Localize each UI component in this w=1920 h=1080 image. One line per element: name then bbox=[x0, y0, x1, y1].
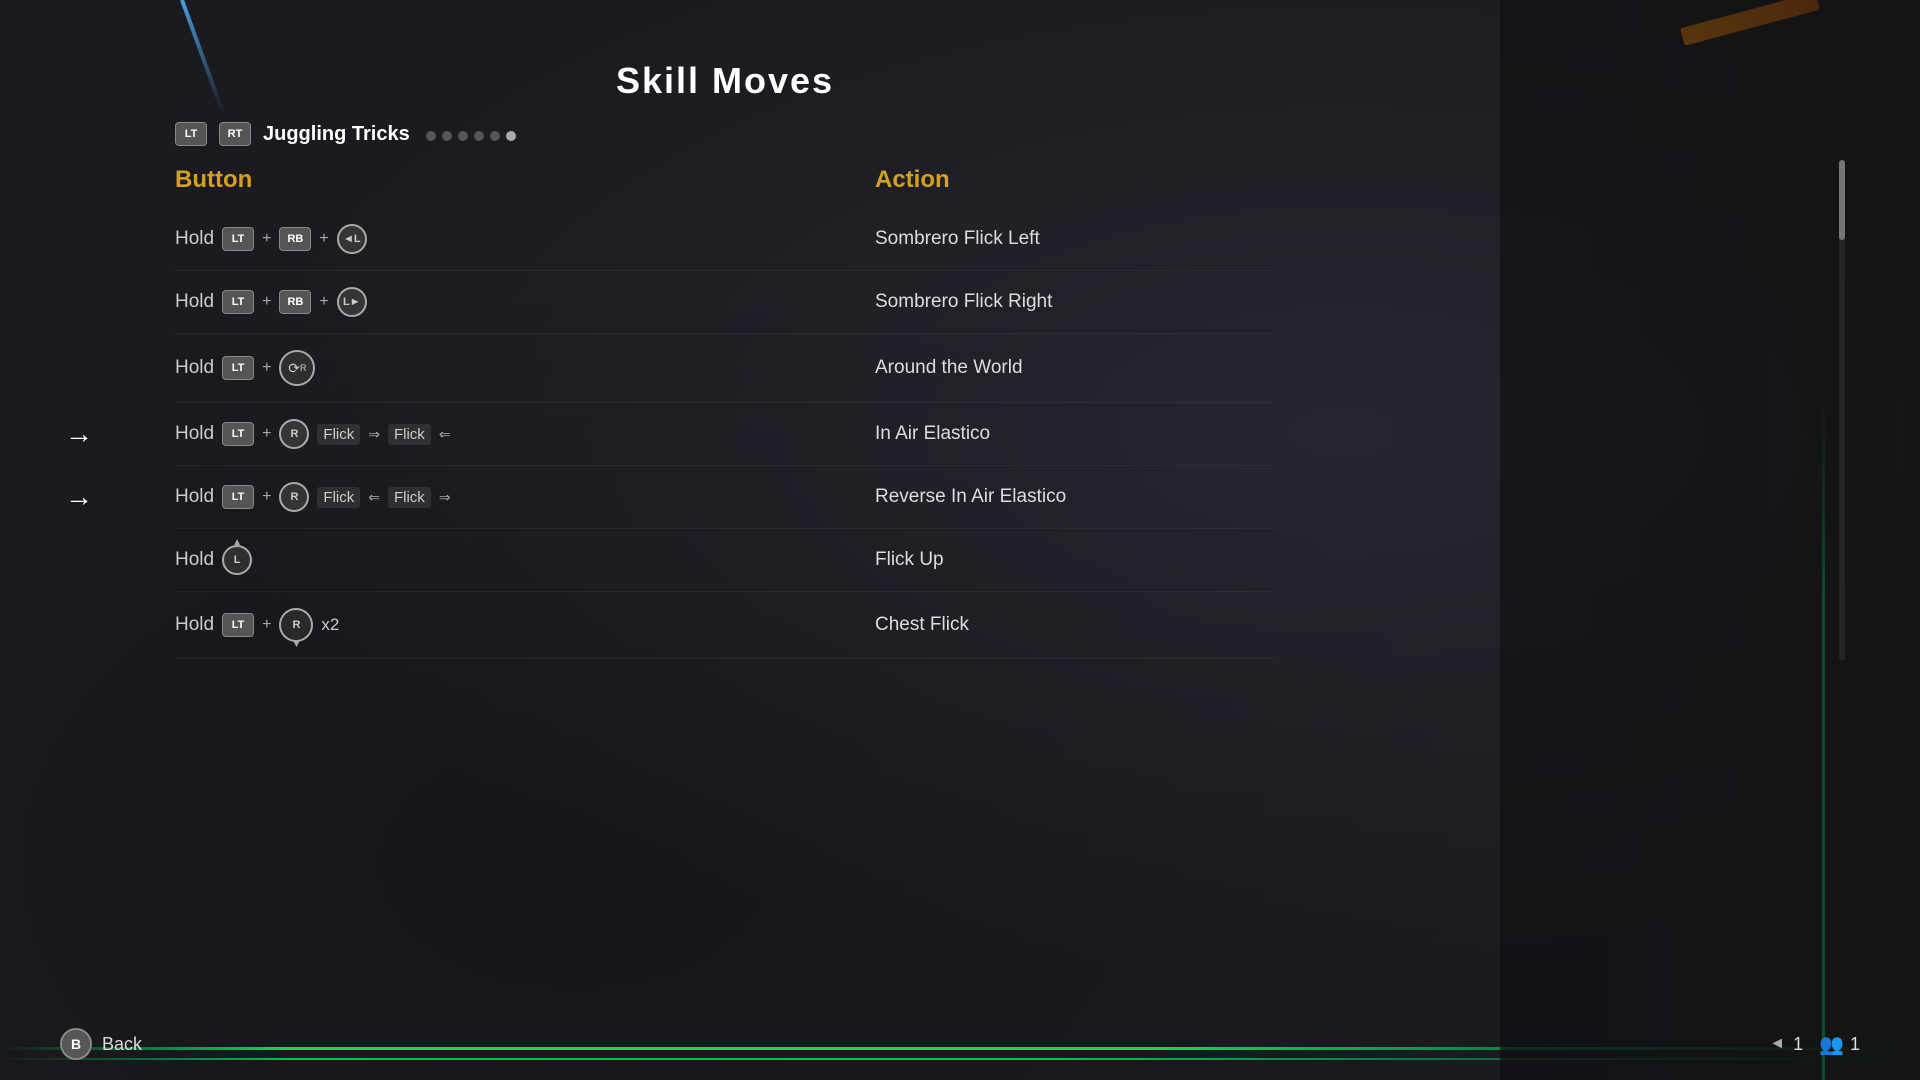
move-button-4: Hold LT + R Flick ⇒ Flick ⇐ bbox=[175, 419, 875, 449]
page-nav: ◄ 1 bbox=[1769, 1034, 1803, 1055]
plus-2a: + bbox=[262, 293, 271, 311]
plus-4: + bbox=[262, 425, 271, 443]
move-row-6: Hold ▲ L Flick Up bbox=[175, 529, 1275, 592]
move-button-6: Hold ▲ L bbox=[175, 545, 875, 575]
move-action-7: Chest Flick bbox=[875, 614, 1275, 636]
dot-6-active bbox=[506, 131, 516, 141]
hold-text-7: Hold bbox=[175, 614, 214, 636]
move-button-2: Hold LT + RB + L► bbox=[175, 287, 875, 317]
lt-icon-2: LT bbox=[222, 290, 254, 314]
flick-text-5a: Flick bbox=[317, 487, 360, 508]
b-button-icon[interactable]: B bbox=[60, 1028, 92, 1060]
plus-2b: + bbox=[319, 293, 328, 311]
l-stick-right-2: L► bbox=[337, 287, 367, 317]
bottom-bar: B Back ◄ 1 👥 1 bbox=[60, 1028, 1860, 1060]
x2-label-7: x2 bbox=[321, 615, 339, 635]
rb-icon-2: RB bbox=[279, 290, 311, 314]
hold-text-2: Hold bbox=[175, 291, 214, 313]
lt-icon-3: LT bbox=[222, 356, 254, 380]
flick-text-4a: Flick bbox=[317, 424, 360, 445]
r-stick-down-7: ▼ R bbox=[279, 608, 313, 642]
arrow-indicator-5: → bbox=[65, 481, 93, 513]
page-number: 1 bbox=[1793, 1034, 1803, 1055]
action-column-header: Action bbox=[875, 166, 1275, 194]
lt-button[interactable]: LT bbox=[175, 122, 207, 146]
plus-3: + bbox=[262, 359, 271, 377]
category-header: LT RT Juggling Tricks bbox=[175, 122, 1275, 146]
dot-4 bbox=[474, 131, 484, 141]
move-action-1: Sombrero Flick Left bbox=[875, 228, 1275, 250]
main-panel: Skill Moves LT RT Juggling Tricks Button… bbox=[175, 60, 1275, 659]
lt-icon-1: LT bbox=[222, 227, 254, 251]
rt-button[interactable]: RT bbox=[219, 122, 251, 146]
plus-7: + bbox=[262, 616, 271, 634]
move-action-6: Flick Up bbox=[875, 549, 1275, 571]
move-action-3: Around the World bbox=[875, 357, 1275, 379]
move-button-3: Hold LT + ⟳R bbox=[175, 350, 875, 386]
pagination-dots bbox=[426, 131, 516, 141]
plus-5: + bbox=[262, 488, 271, 506]
move-button-7: Hold LT + ▼ R x2 bbox=[175, 608, 875, 642]
button-column-header: Button bbox=[175, 166, 875, 194]
player-count: 1 bbox=[1850, 1034, 1860, 1055]
r-stick-5: R bbox=[279, 482, 309, 512]
move-row-2: Hold LT + RB + L► Sombrero Flick Right bbox=[175, 271, 1275, 334]
category-name: Juggling Tricks bbox=[263, 123, 410, 146]
flick-text-4b: Flick bbox=[388, 424, 431, 445]
scrollbar-track[interactable] bbox=[1839, 160, 1845, 660]
hold-text-6: Hold bbox=[175, 549, 214, 571]
move-action-4: In Air Elastico bbox=[875, 423, 1275, 445]
dot-2 bbox=[442, 131, 452, 141]
move-row-7: Hold LT + ▼ R x2 Chest Flick bbox=[175, 592, 1275, 659]
arrow-indicator-4: → bbox=[65, 418, 93, 450]
move-row-5: → Hold LT + R Flick ⇐ Flick ⇒ Reverse In… bbox=[175, 466, 1275, 529]
flick-arrow-4a: ⇒ bbox=[368, 426, 380, 443]
flick-arrow-5a: ⇐ bbox=[368, 489, 380, 506]
move-button-1: Hold LT + RB + ◄L bbox=[175, 224, 875, 254]
right-panel-bg bbox=[1500, 0, 1920, 1080]
plus-1a: + bbox=[262, 230, 271, 248]
flick-arrow-4b: ⇐ bbox=[439, 426, 451, 443]
move-row-4: → Hold LT + R Flick ⇒ Flick ⇐ In Air Ela… bbox=[175, 403, 1275, 466]
l-stick-up-6: ▲ L bbox=[222, 545, 252, 575]
up-arrow-6: ▲ bbox=[232, 537, 242, 548]
move-action-2: Sombrero Flick Right bbox=[875, 291, 1275, 313]
hold-text-4: Hold bbox=[175, 423, 214, 445]
player-icon: 👥 bbox=[1819, 1032, 1844, 1057]
l-stick-left-1: ◄L bbox=[337, 224, 367, 254]
dot-1 bbox=[426, 131, 436, 141]
flick-arrow-5b: ⇒ bbox=[439, 489, 451, 506]
hold-text-1: Hold bbox=[175, 228, 214, 250]
page-nav-left-icon[interactable]: ◄ bbox=[1769, 1035, 1785, 1053]
lt-icon-5: LT bbox=[222, 485, 254, 509]
scrollbar-thumb[interactable] bbox=[1839, 160, 1845, 240]
back-label: Back bbox=[102, 1034, 142, 1055]
hold-text-5: Hold bbox=[175, 486, 214, 508]
move-row-1: Hold LT + RB + ◄L Sombrero Flick Left bbox=[175, 208, 1275, 271]
back-button[interactable]: B Back bbox=[60, 1028, 142, 1060]
bottom-right: ◄ 1 👥 1 bbox=[1769, 1032, 1860, 1057]
r-stick-4: R bbox=[279, 419, 309, 449]
columns-header: Button Action bbox=[175, 166, 1275, 194]
dot-3 bbox=[458, 131, 468, 141]
move-row-3: Hold LT + ⟳R Around the World bbox=[175, 334, 1275, 403]
move-action-5: Reverse In Air Elastico bbox=[875, 486, 1275, 508]
rb-icon-1: RB bbox=[279, 227, 311, 251]
dot-5 bbox=[490, 131, 500, 141]
hold-text-3: Hold bbox=[175, 357, 214, 379]
lt-icon-7: LT bbox=[222, 613, 254, 637]
player-info: 👥 1 bbox=[1819, 1032, 1860, 1057]
r-rotate-icon-3: ⟳R bbox=[279, 350, 315, 386]
lt-icon-4: LT bbox=[222, 422, 254, 446]
plus-1b: + bbox=[319, 230, 328, 248]
page-title: Skill Moves bbox=[175, 60, 1275, 102]
move-button-5: Hold LT + R Flick ⇐ Flick ⇒ bbox=[175, 482, 875, 512]
flick-text-5b: Flick bbox=[388, 487, 431, 508]
